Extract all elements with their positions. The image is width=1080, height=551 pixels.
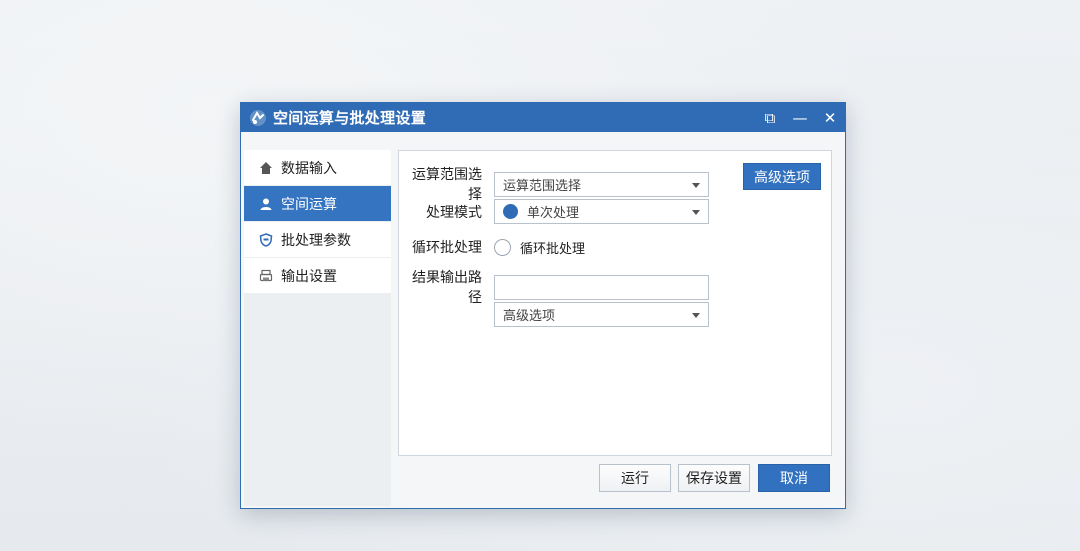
user-icon [258,196,274,212]
loop-label: 循环批处理 [412,240,482,256]
minimize-button[interactable]: — [785,103,815,132]
restore-button[interactable]: ⧉ [755,103,785,132]
sidebar-item-label: 输出设置 [281,268,337,285]
window-title: 空间运算与批处理设置 [273,109,427,127]
settings-panel: 运算范围选择 运算范围选择 高级选项 处理模式 单次处理 循环批处理 循环批处理… [398,150,832,456]
shield-icon [258,232,274,248]
output-path-input[interactable] [494,274,709,300]
cancel-button[interactable]: 取消 [758,464,830,492]
title-bar[interactable]: 空间运算与批处理设置 ⧉ — ✕ [241,103,845,132]
output-row: 结果输出路径 [399,267,709,307]
sidebar-item-label: 空间运算 [281,196,337,213]
mode-select-value: 单次处理 [527,206,580,221]
sidebar-item-label: 批处理参数 [281,232,351,249]
settings-dialog: 空间运算与批处理设置 ⧉ — ✕ 数据输入 空间运算 批处理参数 输出设置 运算… [240,102,846,509]
scope-label: 运算范围选择 [412,167,482,203]
save-settings-button[interactable]: 保存设置 [678,464,750,492]
mode-select[interactable]: 单次处理 [494,199,709,224]
sidebar-nav: 数据输入 空间运算 批处理参数 输出设置 [244,150,391,506]
sidebar-item-data-input[interactable]: 数据输入 [244,150,391,185]
scope-row: 运算范围选择 运算范围选择 [399,164,709,204]
loop-row: 循环批处理 循环批处理 [399,237,585,257]
advanced-options-button[interactable]: 高级选项 [743,163,821,190]
loop-batch-option-label: 循环批处理 [520,241,586,257]
printer-icon [258,268,274,284]
advanced-options-select[interactable]: 高级选项 [494,302,709,327]
loop-batch-radio[interactable] [494,238,511,256]
radio-selected-icon [503,204,518,219]
home-icon [258,160,274,176]
scope-select-value: 运算范围选择 [503,178,582,194]
chevron-down-icon [692,182,700,188]
chevron-down-icon [692,313,700,318]
scope-select[interactable]: 运算范围选择 [494,171,709,197]
mode-label: 处理模式 [426,204,482,221]
sidebar-item-output-settings[interactable]: 输出设置 [244,258,391,293]
run-button[interactable]: 运行 [599,464,671,492]
sidebar-item-batch-params[interactable]: 批处理参数 [244,222,391,257]
advanced-combo-row: 高级选项 [399,302,709,327]
advanced-options-select-value: 高级选项 [503,309,556,324]
sidebar-item-label: 数据输入 [281,160,337,177]
app-logo-icon [249,109,267,127]
mode-row: 处理模式 单次处理 [399,199,709,224]
output-path-label: 结果输出路径 [412,270,482,306]
sidebar-item-spatial-ops[interactable]: 空间运算 [244,186,391,221]
chevron-down-icon [692,210,700,215]
close-button[interactable]: ✕ [815,103,845,132]
